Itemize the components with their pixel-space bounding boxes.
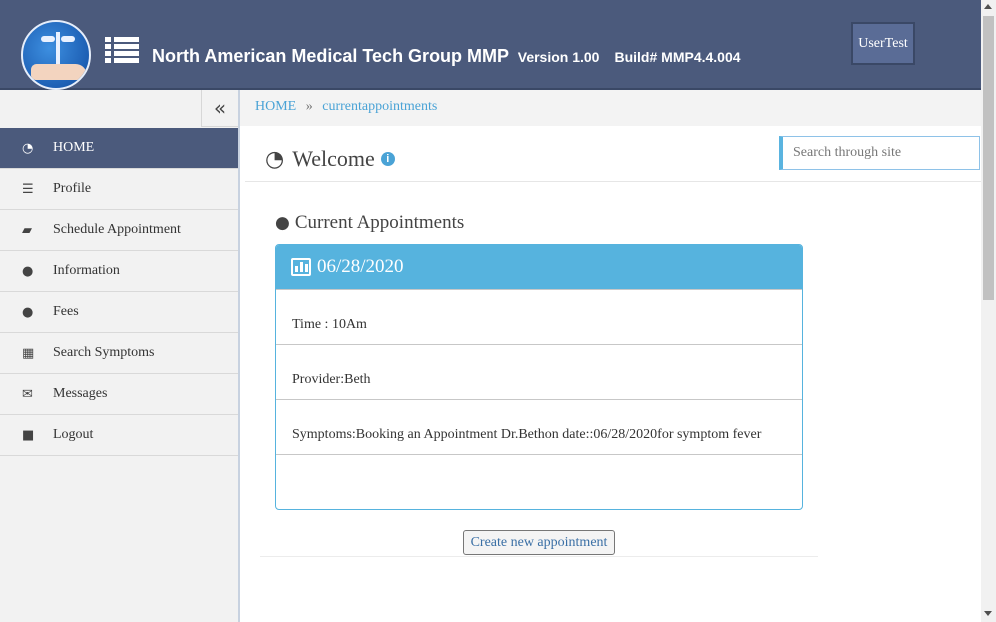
sidebar-item-logout[interactable]: ■ Logout [0,415,238,456]
sidebar-item-home[interactable]: ◔ HOME [0,128,238,169]
version-label: Version 1.00 [517,49,600,65]
section-title: ● Current Appointments [275,212,464,234]
page-title-text: Welcome [292,146,375,171]
breadcrumb: HOME » currentappointments [240,90,981,126]
sidebar-item-label: Logout [53,427,94,442]
user-button[interactable]: UserTest [851,22,915,65]
sidebar-item-search-symptoms[interactable]: ▦ Search Symptoms [0,333,238,374]
page-header: ◔ Welcome i [245,126,981,182]
sidebar-item-schedule-appointment[interactable]: ▰ Schedule Appointment [0,210,238,251]
user-icon: ● [275,213,290,233]
appointment-empty-row [276,454,802,509]
appointment-card-header: 06/28/2020 [276,245,802,289]
list-indent-icon: ☰ [22,181,34,197]
appointment-provider: Provider:Beth [276,344,802,399]
sidebar-item-label: HOME [53,140,95,155]
collapse-sidebar-button[interactable]: « [201,90,238,127]
page-title: ◔ Welcome i [265,146,395,172]
sidebar-item-information[interactable]: ● Information [0,251,238,292]
appointment-time: Time : 10Am [276,289,802,344]
sidebar-nav: ◔ HOME ☰ Profile ▰ Schedule Appointment … [0,128,238,456]
drop-icon: ● [22,263,34,279]
scroll-down-icon[interactable] [984,611,992,616]
sidebar-item-fees[interactable]: ● Fees [0,292,238,333]
sidebar-item-profile[interactable]: ☰ Profile [0,169,238,210]
sidebar-item-label: Information [53,263,120,278]
breadcrumb-home-link[interactable]: HOME [255,99,296,114]
sidebar-item-messages[interactable]: ✉ Messages [0,374,238,415]
appointment-date: 06/28/2020 [317,256,404,277]
book-icon: ▰ [22,222,32,238]
user-icon: ● [22,304,34,320]
app-header: North American Medical Tech Group MMP Ve… [0,0,981,90]
section-title-text: Current Appointments [294,212,465,233]
lock-icon: ■ [22,427,35,443]
scroll-up-icon[interactable] [984,4,992,9]
divider [260,556,818,557]
sidebar-item-label: Search Symptoms [53,345,155,360]
sidebar: « ◔ HOME ☰ Profile ▰ Schedule Appointmen… [0,90,240,622]
appointment-card: 06/28/2020 Time : 10Am Provider:Beth Sym… [275,244,803,510]
sidebar-item-label: Fees [53,304,79,319]
dashboard-icon: ◔ [265,146,285,172]
search-input[interactable] [779,136,980,170]
build-label: Build# MMP4.4.004 [614,49,741,65]
create-appointment-button[interactable]: Create new appointment [463,530,615,555]
appointment-symptoms: Symptoms:Booking an Appointment Dr.Betho… [276,399,802,454]
info-icon[interactable]: i [380,152,395,166]
table-icon: ▦ [22,345,35,361]
double-chevron-left-icon: « [213,96,227,120]
envelope-icon: ✉ [22,386,33,402]
sidebar-item-label: Messages [53,386,108,401]
app-name: North American Medical Tech Group MMP [152,46,509,66]
scrollbar[interactable] [981,0,996,622]
sidebar-item-label: Schedule Appointment [53,222,181,237]
menu-icon[interactable] [105,37,139,64]
dashboard-icon: ◔ [22,140,34,156]
scroll-thumb[interactable] [983,16,994,300]
bar-chart-icon [291,258,311,276]
sidebar-item-label: Profile [53,181,92,196]
breadcrumb-current-link[interactable]: currentappointments [322,99,437,114]
logo [21,20,91,90]
breadcrumb-separator: » [305,99,313,114]
app-title: North American Medical Tech Group MMP Ve… [152,46,741,67]
